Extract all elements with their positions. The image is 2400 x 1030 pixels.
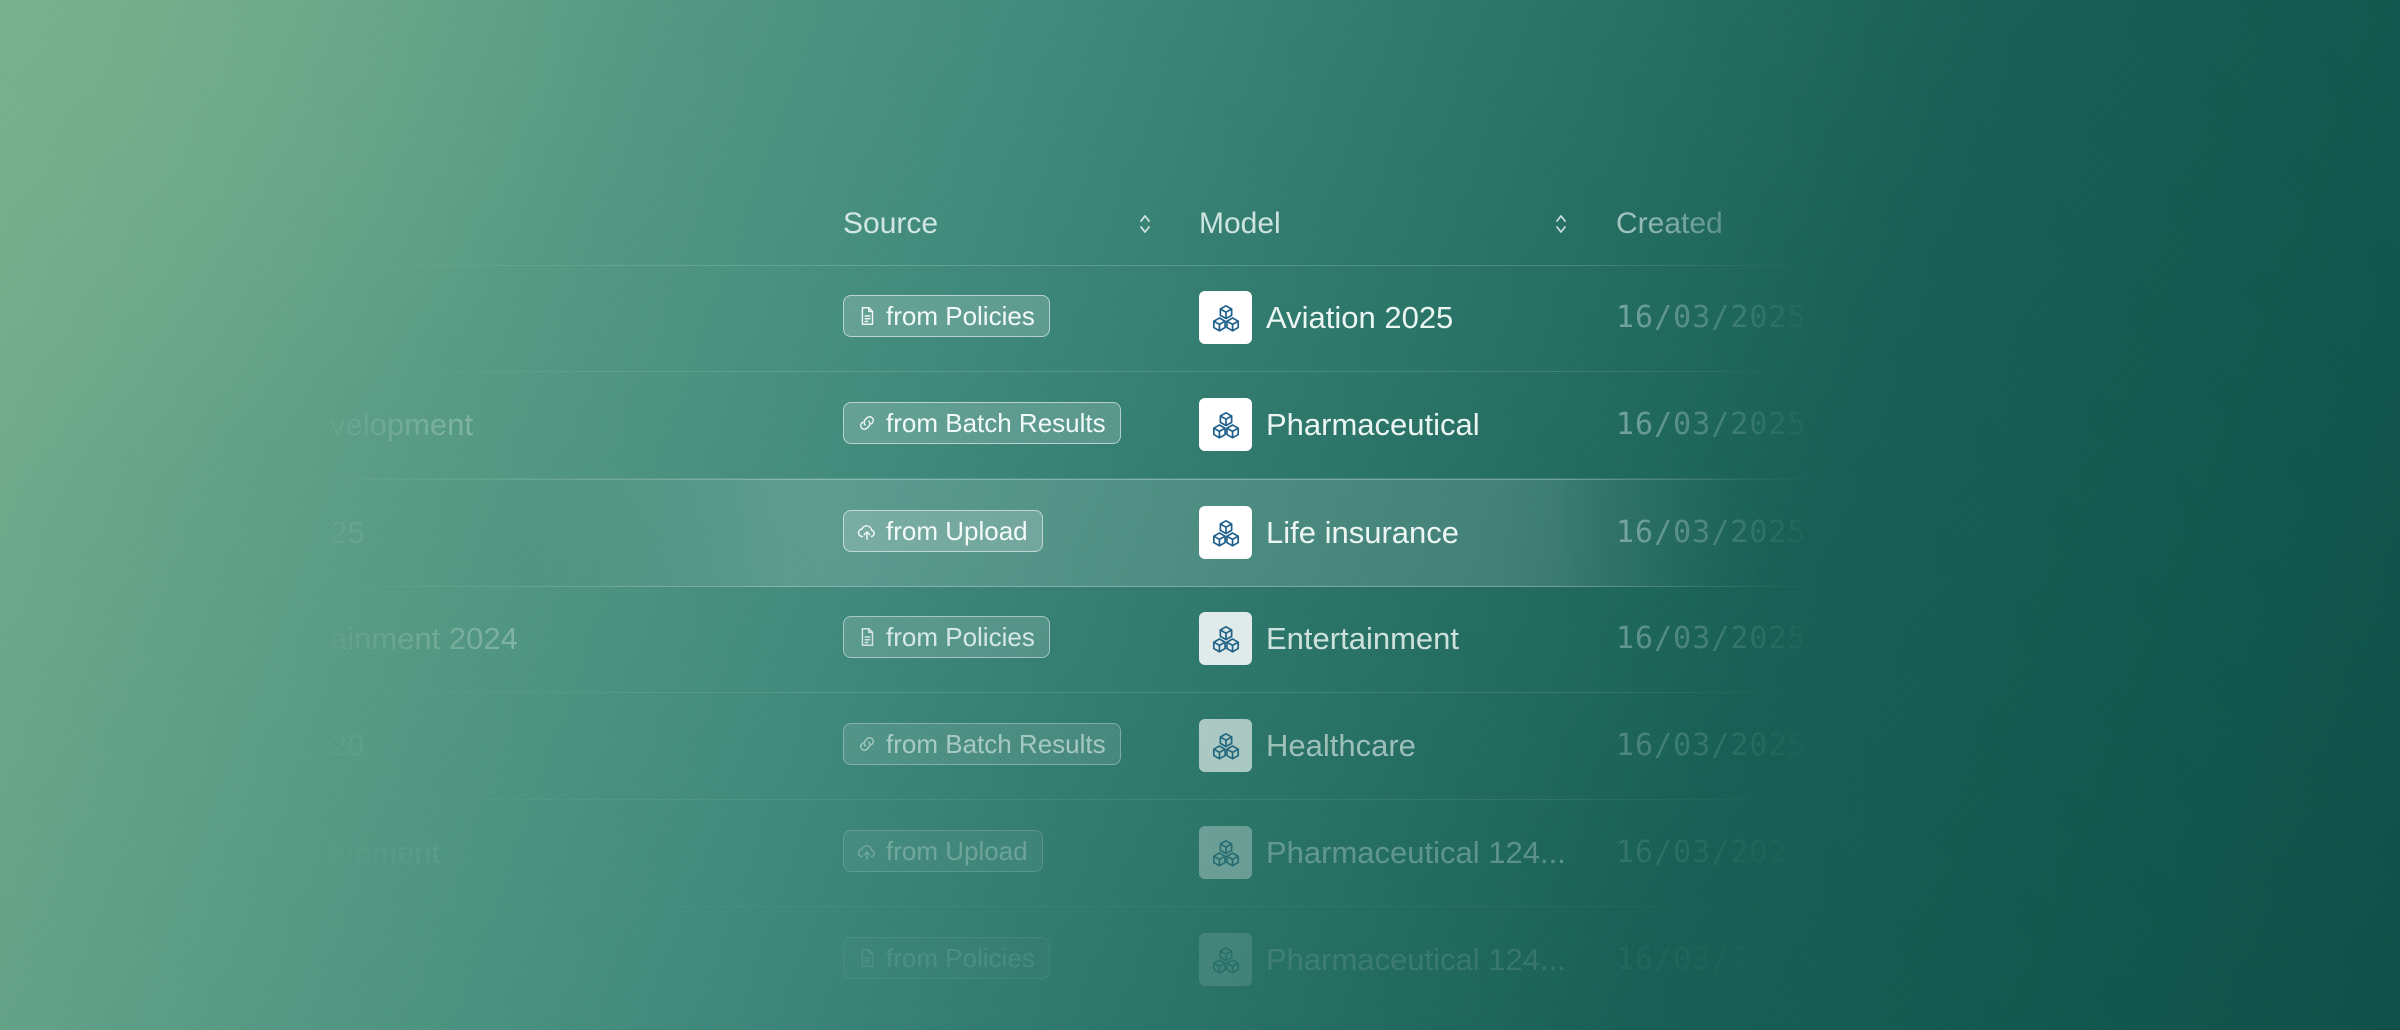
column-header-created[interactable]: Created: [1616, 204, 1723, 244]
source-badge: from Batch Results: [843, 402, 1121, 444]
created-date: 16/03/2025: [1616, 515, 1807, 550]
row-name: 20: [330, 728, 365, 763]
created-date: 16/03/2025: [1616, 942, 1807, 977]
source-label: from Batch Results: [886, 728, 1106, 759]
cubes-icon: [1199, 398, 1252, 451]
document-icon: [856, 947, 878, 969]
table-row[interactable]: ainment 2024 from Policies Entertainment…: [0, 586, 2400, 693]
source-label: from Policies: [886, 621, 1035, 652]
row-name: 25: [330, 515, 365, 550]
cubes-icon: [1199, 826, 1252, 879]
upload-cloud-icon: [856, 520, 878, 542]
source-label: from Upload: [886, 835, 1028, 866]
table-row[interactable]: lopment from Upload Pharmaceutical 124..…: [0, 800, 2400, 907]
document-icon: [856, 626, 878, 648]
source-badge: from Policies: [843, 616, 1050, 658]
model-name: Pharmaceutical 124...: [1266, 835, 1566, 870]
table-row[interactable]: velopment from Batch Results Pharmaceuti…: [0, 372, 2400, 479]
table-row[interactable]: from Policies Aviation 2025 16/03/2025: [0, 265, 2400, 372]
source-badge: from Upload: [843, 830, 1043, 872]
source-label: from Policies: [886, 300, 1035, 331]
source-badge: from Batch Results: [843, 723, 1121, 765]
cubes-icon: [1199, 291, 1252, 344]
source-badge: from Upload: [843, 510, 1043, 552]
column-header-model[interactable]: Model: [1199, 204, 1281, 244]
cubes-icon: [1199, 933, 1252, 986]
row-name: velopment: [330, 407, 474, 442]
row-name: lopment: [330, 835, 441, 870]
source-label: from Upload: [886, 515, 1028, 546]
created-date: 16/03/2025: [1616, 300, 1807, 335]
created-date: 16/03/2025: [1616, 407, 1807, 442]
sort-source-icon[interactable]: [1138, 210, 1152, 238]
link-icon: [856, 733, 878, 755]
cubes-icon: [1199, 506, 1252, 559]
upload-cloud-icon: [856, 840, 878, 862]
source-label: from Batch Results: [886, 407, 1106, 438]
created-date: 16/03/2025: [1616, 621, 1807, 656]
source-badge: from Policies: [843, 937, 1050, 979]
cubes-icon: [1199, 612, 1252, 665]
table-header: Source Model Created: [0, 190, 2400, 266]
row-name: ainment 2024: [330, 621, 518, 656]
source-label: from Policies: [886, 942, 1035, 973]
link-icon: [856, 412, 878, 434]
model-name: Pharmaceutical 124...: [1266, 942, 1566, 977]
table-row[interactable]: 25 from Upload Life insurance 16/03/2025: [0, 479, 2400, 587]
table-row[interactable]: 20 from Batch Results Healthcare 16/03/20…: [0, 693, 2400, 800]
model-name: Healthcare: [1266, 728, 1416, 763]
document-icon: [856, 305, 878, 327]
cubes-icon: [1199, 719, 1252, 772]
model-name: Life insurance: [1266, 515, 1460, 550]
sort-model-icon[interactable]: [1554, 210, 1568, 238]
model-name: Pharmaceutical: [1266, 407, 1480, 442]
created-date: 16/03/2025: [1616, 728, 1807, 763]
data-table: Source Model Created from Policies Aviat…: [0, 0, 2400, 1030]
column-header-source[interactable]: Source: [843, 204, 938, 244]
table-row[interactable]: from Policies Pharmaceutical 124... 16/03…: [0, 907, 2400, 1014]
model-name: Aviation 2025: [1266, 300, 1454, 335]
model-name: Entertainment: [1266, 621, 1459, 656]
created-date: 16/03/2025: [1616, 835, 1807, 870]
source-badge: from Policies: [843, 295, 1050, 337]
